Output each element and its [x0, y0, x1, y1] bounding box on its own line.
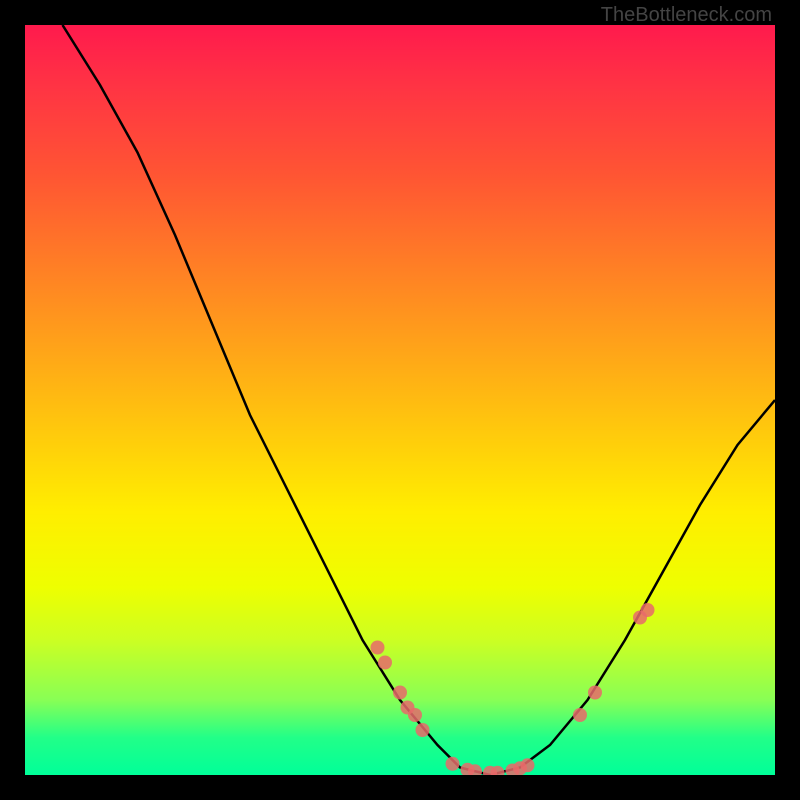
curve-svg — [25, 25, 775, 775]
data-marker — [521, 758, 535, 772]
data-marker — [408, 708, 422, 722]
data-marker — [588, 686, 602, 700]
plot-area — [25, 25, 775, 775]
data-markers — [371, 603, 655, 775]
data-marker — [378, 656, 392, 670]
data-marker — [573, 708, 587, 722]
data-marker — [416, 723, 430, 737]
data-marker — [641, 603, 655, 617]
data-marker — [393, 686, 407, 700]
data-marker — [446, 757, 460, 771]
chart-container: TheBottleneck.com — [0, 0, 800, 800]
bottleneck-curve — [63, 25, 776, 775]
data-marker — [371, 641, 385, 655]
watermark-text: TheBottleneck.com — [601, 4, 772, 27]
